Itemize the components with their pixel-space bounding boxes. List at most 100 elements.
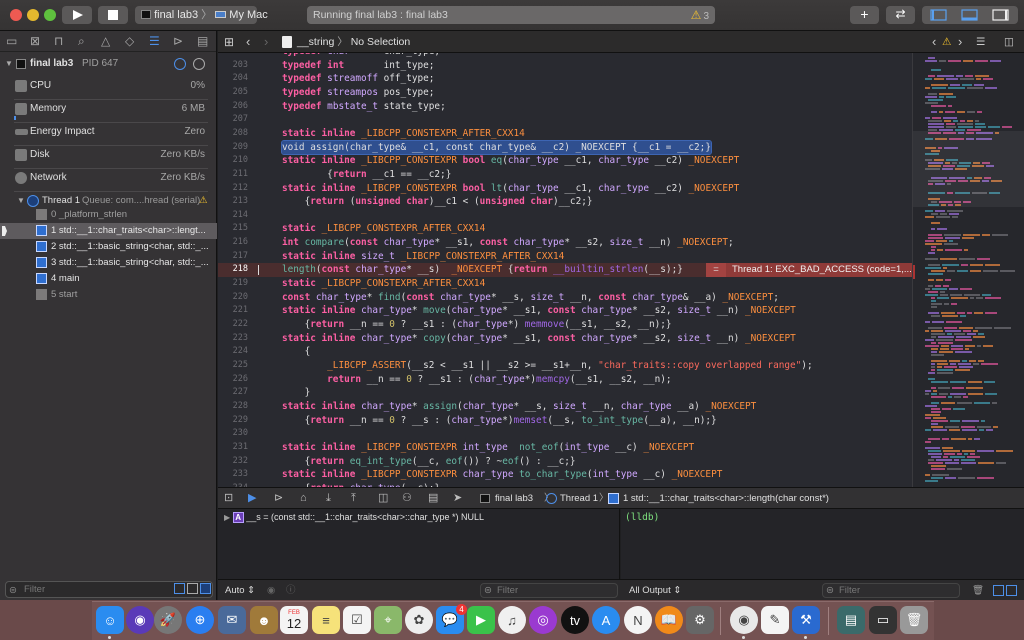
variables-filter-field[interactable]: ⊜ Filter bbox=[480, 583, 618, 598]
warnings-indicator[interactable]: ⚠ 3 bbox=[691, 6, 709, 26]
line-number[interactable]: 216 bbox=[218, 236, 248, 250]
dock-safari-icon[interactable]: ⊕ bbox=[186, 606, 214, 634]
previous-issue-button[interactable]: ‹ bbox=[932, 31, 936, 53]
gauge-memory[interactable]: Memory 6 MB bbox=[0, 98, 217, 120]
code-line[interactable]: 226 return __n == 0 ? __s1 : (char_type*… bbox=[218, 373, 912, 387]
code-review-button[interactable]: ⇄ bbox=[886, 6, 915, 24]
dock-messages-icon[interactable]: 💬 4 bbox=[436, 604, 467, 634]
code-line[interactable]: 223 static inline char_type* copy(char_ty… bbox=[218, 332, 912, 346]
code-line[interactable]: 222 {return __n == 0 ? __s1 : (char_type… bbox=[218, 318, 912, 332]
show-console-icon[interactable] bbox=[1006, 585, 1017, 596]
dock-terminal-folder-icon[interactable]: ▭ bbox=[869, 606, 897, 634]
dock-launchpad-icon[interactable]: 🚀 bbox=[154, 606, 182, 634]
code-line[interactable]: 221 static inline char_type* move(char_ty… bbox=[218, 304, 912, 318]
gauge-disk[interactable]: Disk Zero KB/s bbox=[0, 144, 217, 166]
line-number[interactable]: 207 bbox=[218, 113, 248, 127]
code-line[interactable]: 228 static inline char_type* assign(char_… bbox=[218, 400, 912, 414]
line-number[interactable]: 223 bbox=[218, 332, 248, 346]
disclosure-triangle-icon[interactable]: ▶ bbox=[224, 513, 230, 522]
line-number[interactable]: 217 bbox=[218, 250, 248, 264]
dock-app-store-icon[interactable]: A bbox=[592, 606, 620, 634]
breadcrumb[interactable]: __string 〉 No Selection bbox=[297, 31, 410, 53]
stack-frame[interactable]: 0 _platform_strlen bbox=[36, 207, 212, 223]
dock-podcasts-icon[interactable]: ◎ bbox=[529, 606, 557, 634]
dock-xcode-icon[interactable]: ⚒ bbox=[792, 606, 820, 634]
scheme-selector[interactable]: final lab3 〉 My Mac bbox=[135, 6, 268, 24]
source-editor[interactable]: 202typedef char char_type;203typedef int… bbox=[218, 53, 912, 487]
line-number[interactable]: 231 bbox=[218, 441, 248, 455]
source-control-icon[interactable]: ⊠ bbox=[30, 34, 40, 48]
frames-filter-icon[interactable] bbox=[187, 583, 198, 594]
project-navigator-icon[interactable]: ▭ bbox=[6, 34, 17, 48]
trash-icon[interactable]: 🗑 bbox=[972, 580, 984, 600]
line-number[interactable]: 221 bbox=[218, 304, 248, 318]
variables-view[interactable]: ▶ A __s = (const std::__1::char_traits<c… bbox=[218, 509, 620, 579]
dock-books-document-icon[interactable]: ▤ bbox=[837, 606, 865, 634]
dock-calendar-icon[interactable]: FEB 12 bbox=[280, 606, 308, 634]
console[interactable]: (lldb) bbox=[621, 509, 1024, 579]
line-number[interactable]: 229 bbox=[218, 414, 248, 428]
next-issue-button[interactable]: › bbox=[958, 31, 962, 53]
code-line[interactable]: 225 _LIBCPP_ASSERT(__s2 < __s1 || __s2 >… bbox=[218, 359, 912, 373]
line-number[interactable]: 211 bbox=[218, 168, 248, 182]
info-icon[interactable]: ⓘ bbox=[286, 580, 296, 600]
code-line[interactable]: 229 {return __n == 0 ? __s : (char_type*… bbox=[218, 414, 912, 428]
hide-debug-area-icon[interactable]: ⊡ bbox=[224, 488, 233, 509]
step-into-icon[interactable]: ⤓ bbox=[326, 488, 331, 509]
code-line[interactable]: 227 } bbox=[218, 386, 912, 400]
memory-graph-icon[interactable]: ⚇ bbox=[402, 488, 412, 509]
dock-photos-icon[interactable]: ✿ bbox=[405, 606, 433, 634]
activity-view[interactable]: Running final lab3 : final lab3 ⚠ 3 bbox=[307, 6, 715, 24]
issue-navigator-icon[interactable]: △ bbox=[101, 34, 110, 48]
stack-frame[interactable]: 1 std::__1::char_traits<char>::lengt... bbox=[0, 223, 217, 239]
code-line[interactable]: 230 bbox=[218, 427, 912, 441]
dock-trash-icon[interactable]: 🗑 bbox=[900, 606, 928, 634]
code-line[interactable]: 206 typedef mbstate_t state_type; bbox=[218, 100, 912, 114]
stack-frame[interactable]: 3 std::__1::basic_string<char, std::_... bbox=[36, 255, 212, 271]
dock-maps-icon[interactable]: ⌖ bbox=[374, 606, 402, 634]
debug-area-toggle-icon[interactable] bbox=[961, 9, 978, 21]
library-button[interactable]: + bbox=[850, 6, 879, 24]
pause-process-icon[interactable] bbox=[193, 58, 205, 70]
dock-music-icon[interactable]: ♫ bbox=[498, 606, 526, 634]
forward-button[interactable]: › bbox=[264, 31, 268, 53]
line-number[interactable]: 226 bbox=[218, 373, 248, 387]
line-number[interactable]: 209 bbox=[218, 141, 248, 155]
stack-frame[interactable]: 5 start bbox=[36, 287, 212, 303]
breakpoint-navigator-icon[interactable]: ⊳ bbox=[173, 34, 183, 48]
variable-row[interactable]: ▶ A __s = (const std::__1::char_traits<c… bbox=[224, 512, 484, 523]
line-number[interactable]: 222 bbox=[218, 318, 248, 332]
code-line[interactable]: 231 static inline _LIBCPP_CONSTEXPR int_t… bbox=[218, 441, 912, 455]
stack-frame[interactable]: 2 std::__1::basic_string<char, std::_... bbox=[36, 239, 212, 255]
line-number[interactable]: 204 bbox=[218, 72, 248, 86]
debug-thread[interactable]: Thread 1 bbox=[560, 488, 598, 509]
line-number[interactable]: 203 bbox=[218, 59, 248, 73]
code-line[interactable]: 205 typedef streampos pos_type; bbox=[218, 86, 912, 100]
related-items-icon[interactable]: ⊞ bbox=[224, 31, 234, 53]
dock-textedit-icon[interactable]: ✎ bbox=[761, 606, 789, 634]
warning-icon[interactable]: ⚠ bbox=[942, 31, 951, 53]
debug-process[interactable]: final lab3 bbox=[495, 488, 533, 509]
process-row[interactable]: ▼ final lab3 PID 647 bbox=[0, 53, 217, 75]
line-number[interactable]: 228 bbox=[218, 400, 248, 414]
line-number[interactable]: 208 bbox=[218, 127, 248, 141]
environment-overrides-icon[interactable]: ▤ bbox=[428, 488, 438, 509]
dock-system-preferences-icon[interactable]: ⚙ bbox=[686, 606, 714, 634]
line-number[interactable]: 224 bbox=[218, 345, 248, 359]
code-line[interactable]: 203 typedef int int_type; bbox=[218, 59, 912, 73]
line-number[interactable]: 219 bbox=[218, 277, 248, 291]
dock-facetime-icon[interactable]: ▶ bbox=[467, 606, 495, 634]
dock-books-icon[interactable]: 📖 bbox=[655, 606, 683, 634]
code-line[interactable]: 214 bbox=[218, 209, 912, 223]
code-line[interactable]: 218 length(const char_type* __s) _NOEXCEP… bbox=[218, 263, 912, 277]
dock-contacts-icon[interactable]: ☻ bbox=[250, 606, 278, 634]
line-number[interactable]: 205 bbox=[218, 86, 248, 100]
line-number[interactable]: 212 bbox=[218, 182, 248, 196]
disclosure-triangle-icon[interactable]: ▼ bbox=[17, 190, 25, 212]
line-number[interactable]: 218 bbox=[218, 263, 248, 277]
running-threads-filter-icon[interactable] bbox=[200, 583, 211, 594]
code-line[interactable]: 211 {return __c1 == __c2;} bbox=[218, 168, 912, 182]
back-button[interactable]: ‹ bbox=[246, 31, 250, 53]
dock-news-icon[interactable]: N bbox=[624, 606, 652, 634]
dock-mail-icon[interactable]: ✉ bbox=[218, 606, 246, 634]
